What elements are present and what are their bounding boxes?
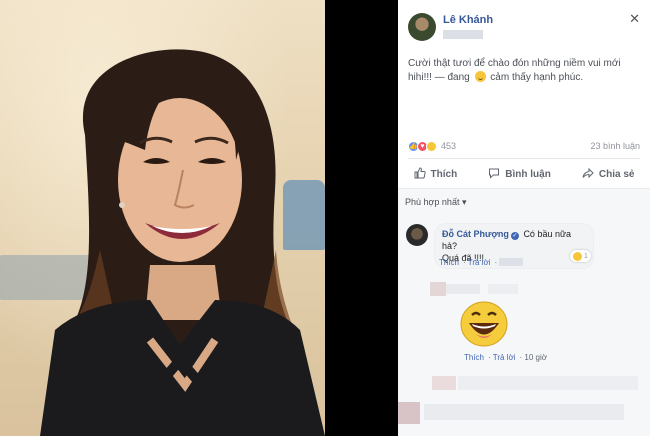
post-timestamp-blurred: [443, 30, 483, 39]
blurred-avatar: [398, 402, 420, 424]
comment-sort-bar: Phù hợp nhất ▾: [398, 188, 650, 216]
comment-bubble-icon: [488, 167, 500, 182]
comment-like-link[interactable]: Thích: [439, 258, 459, 267]
comment-like-link[interactable]: Thích: [464, 353, 484, 362]
comment-button[interactable]: Bình luận: [488, 167, 551, 182]
comment-reply-link[interactable]: Trả lời: [468, 258, 491, 267]
thumbs-up-icon: [414, 166, 426, 182]
comment-time-blurred: [499, 258, 524, 266]
post-actions: Thích Bình luận Chia sẻ: [398, 163, 650, 185]
close-icon[interactable]: ✕: [629, 12, 640, 25]
divider: [408, 158, 640, 159]
comment-meta: Thích · Trả lời ·: [439, 258, 524, 267]
haha-reaction-icon: [426, 140, 437, 152]
comment-sort-dropdown[interactable]: Phù hợp nhất ▾: [405, 197, 466, 208]
laughing-sticker-icon: [460, 301, 508, 347]
share-arrow-icon: [582, 167, 594, 182]
blurred-text: [458, 376, 638, 390]
viewer-divider: [325, 0, 398, 436]
author-name[interactable]: Lê Khánh: [443, 14, 493, 26]
blurred-avatar: [430, 282, 446, 296]
screenshot: Lê Khánh ✕ Cười thật tươi để chào đón nh…: [0, 0, 650, 436]
post-photo[interactable]: [0, 0, 325, 436]
blurred-name: [488, 284, 518, 294]
reaction-count: 453: [441, 141, 457, 151]
post-text: Cười thật tươi để chào đón những niềm vu…: [408, 57, 640, 85]
comment-reply-link[interactable]: Trả lời: [493, 353, 516, 362]
comment-time: 10 giờ: [524, 353, 547, 362]
verified-badge-icon: ✓: [510, 232, 519, 240]
post-header: Lê Khánh ✕: [398, 0, 650, 46]
blurred-name: [446, 284, 480, 294]
post-feeling[interactable]: cảm thấy hạnh phúc.: [490, 72, 583, 83]
comment-count[interactable]: 23 bình luận: [590, 141, 640, 151]
woman-portrait: [40, 49, 325, 436]
haha-reaction-icon: [573, 251, 582, 261]
comment-list: Đỗ Cát Phượng ✓ Có bầu nữa hả? Quá đã !!!…: [398, 216, 650, 436]
comment-meta: Thích · Trả lời · 10 giờ: [464, 353, 547, 362]
like-button[interactable]: Thích: [414, 166, 458, 182]
feeling-smile-icon: [474, 71, 486, 82]
commenter-avatar[interactable]: [406, 224, 428, 246]
blurred-text: [424, 404, 624, 420]
reaction-summary[interactable]: 👍 ♥ 453: [408, 140, 456, 152]
post-panel: Lê Khánh ✕ Cười thật tươi để chào đón nh…: [398, 0, 650, 436]
commenter-name[interactable]: Đỗ Cát Phượng: [442, 229, 509, 239]
author-avatar[interactable]: [408, 13, 436, 41]
comment-reaction-chip[interactable]: 1: [570, 250, 591, 262]
blurred-avatar: [432, 376, 456, 390]
share-label: Chia sẻ: [598, 168, 635, 180]
like-label: Thích: [430, 168, 458, 180]
comment-reaction-count: 1: [584, 252, 588, 260]
share-button[interactable]: Chia sẻ: [582, 167, 635, 182]
comment-label: Bình luận: [505, 168, 551, 180]
